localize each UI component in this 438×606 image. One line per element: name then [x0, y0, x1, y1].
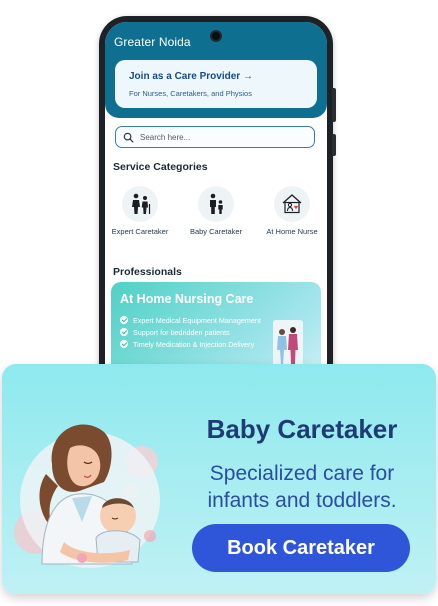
- banner-subtitle: Specialized care for infants and toddler…: [207, 462, 397, 512]
- list-item: Expert Medical Equipment Management: [120, 316, 270, 325]
- nurses-photo: [273, 320, 303, 368]
- nursing-feature-list: Expert Medical Equipment Management Supp…: [120, 316, 270, 352]
- elderly-care-icon: [132, 193, 151, 214]
- front-camera: [210, 30, 222, 42]
- join-care-provider-card[interactable]: Join as a Care Provider → For Nurses, Ca…: [115, 60, 317, 108]
- phone-mockup: Greater Noida Join as a Care Provider → …: [99, 16, 336, 388]
- app-header: Greater Noida Join as a Care Provider → …: [105, 22, 327, 118]
- power-button: [332, 134, 336, 156]
- check-icon: [120, 328, 128, 336]
- join-card-subtitle: For Nurses, Caretakers, and Physios: [129, 89, 252, 98]
- search-placeholder: Search here...: [140, 133, 191, 142]
- category-baby-caretaker[interactable]: Baby Caretaker: [181, 186, 251, 242]
- category-expert-caretaker[interactable]: Expert Caretaker: [105, 186, 175, 242]
- category-label: Baby Caretaker: [189, 227, 243, 236]
- volume-button: [332, 88, 336, 122]
- nursing-card-title: At Home Nursing Care: [120, 292, 254, 306]
- mother-baby-illustration: [14, 424, 160, 568]
- category-at-home-nurse[interactable]: At Home Nurse: [257, 186, 327, 242]
- list-item: Support for bedridden patients: [120, 328, 270, 337]
- baby-caretaker-banner: Baby Caretaker Specialized care for infa…: [2, 364, 436, 594]
- check-icon: [120, 316, 128, 324]
- phone-screen: Greater Noida Join as a Care Provider → …: [105, 22, 327, 388]
- search-icon: [123, 132, 134, 143]
- list-item: Timely Medication & Injection Delivery: [120, 340, 270, 349]
- category-label: At Home Nurse: [266, 227, 318, 236]
- book-caretaker-button[interactable]: Book Caretaker: [192, 524, 410, 572]
- search-input[interactable]: Search here...: [115, 126, 315, 148]
- family-icon: [210, 193, 223, 214]
- home-nurse-icon: [282, 194, 302, 214]
- service-categories-title: Service Categories: [113, 161, 208, 173]
- category-label: Expert Caretaker: [111, 227, 169, 236]
- location-label[interactable]: Greater Noida: [114, 35, 191, 49]
- join-card-title: Join as a Care Provider →: [129, 71, 253, 82]
- professionals-title: Professionals: [113, 266, 182, 278]
- check-icon: [120, 340, 128, 348]
- banner-title: Baby Caretaker: [206, 414, 398, 444]
